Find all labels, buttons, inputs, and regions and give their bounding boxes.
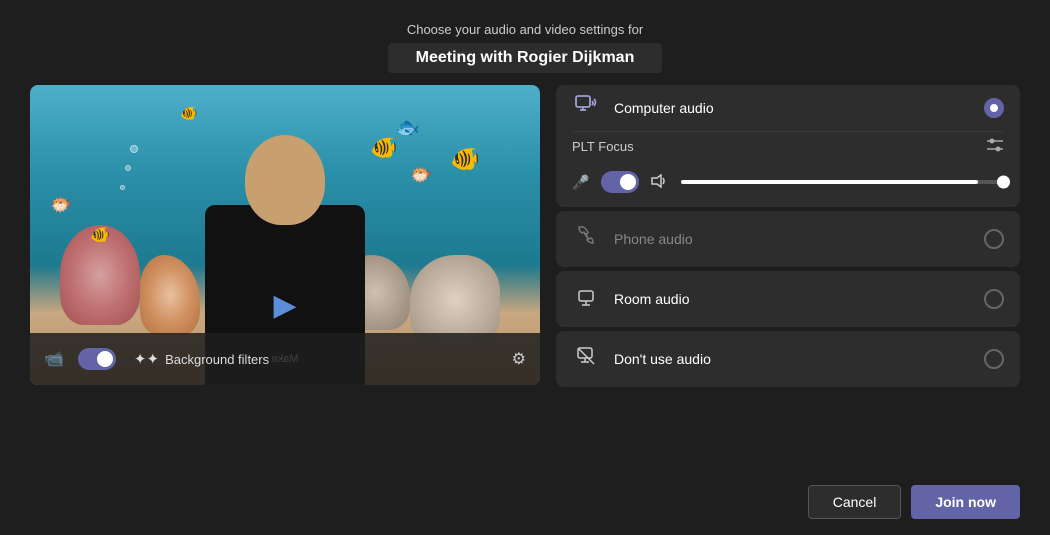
right-panel: Computer audio PLT Focus: [556, 85, 1020, 473]
footer: Cancel Join now: [30, 473, 1020, 535]
volume-slider-thumb: [997, 176, 1010, 189]
background-filters-label: Background filters: [165, 352, 269, 367]
header-title-box: Meeting with Rogier Dijkman: [388, 43, 663, 73]
computer-audio-label: Computer audio: [614, 100, 970, 116]
speaker-icon: [651, 174, 669, 191]
volume-slider-fill: [681, 180, 978, 184]
room-audio-radio[interactable]: [984, 289, 1004, 309]
phone-audio-option[interactable]: Phone audio: [556, 211, 1020, 267]
no-audio-icon: [572, 345, 600, 373]
fish-decoration: 🐠: [450, 145, 480, 174]
cancel-button[interactable]: Cancel: [808, 485, 902, 519]
fish-decoration: 🐡: [50, 195, 72, 216]
computer-audio-radio[interactable]: [984, 98, 1004, 118]
camera-icon: 📹: [44, 349, 64, 369]
bubble: [120, 185, 125, 190]
no-audio-label: Don't use audio: [614, 351, 970, 367]
room-audio-label: Room audio: [614, 291, 970, 307]
header-subtitle: Choose your audio and video settings for: [388, 22, 663, 37]
plt-focus-row: PLT Focus: [572, 131, 1004, 161]
phone-audio-icon: [572, 225, 600, 253]
main-content: 🐠 🐡 🐠 🐟 🐠 🐡 🐠 ▶ Make 📹 ✦✦ Background fil…: [30, 85, 1020, 473]
video-settings-icon[interactable]: ⚙: [512, 349, 526, 369]
phone-audio-radio[interactable]: [984, 229, 1004, 249]
microphone-icon: 🎤: [572, 174, 589, 191]
plt-focus-label: PLT Focus: [572, 139, 634, 154]
volume-slider[interactable]: [681, 180, 1004, 184]
mic-toggle[interactable]: [601, 171, 639, 193]
join-now-button[interactable]: Join now: [911, 485, 1020, 519]
camera-toggle-knob: [97, 351, 113, 367]
video-panel: 🐠 🐡 🐠 🐟 🐠 🐡 🐠 ▶ Make 📹 ✦✦ Background fil…: [30, 85, 540, 385]
camera-toggle[interactable]: [78, 348, 116, 370]
fish-decoration: 🐠: [90, 225, 110, 245]
fish-decoration: 🐟: [395, 115, 420, 140]
fish-decoration: 🐠: [370, 135, 397, 161]
computer-audio-icon: [572, 95, 600, 121]
fish-decoration: 🐠: [180, 105, 197, 122]
room-audio-option[interactable]: Room audio: [556, 271, 1020, 327]
background-filters-button[interactable]: ✦✦ Background filters: [134, 350, 269, 368]
video-controls-bar: 📹 ✦✦ Background filters ⚙: [30, 333, 540, 385]
fish-decoration: 🐡: [410, 165, 432, 186]
no-audio-option[interactable]: Don't use audio: [556, 331, 1020, 387]
mic-volume-row: 🎤: [572, 171, 1004, 193]
phone-audio-label: Phone audio: [614, 231, 970, 247]
computer-audio-header[interactable]: Computer audio: [572, 95, 1004, 121]
mic-toggle-knob: [620, 174, 636, 190]
no-audio-radio[interactable]: [984, 349, 1004, 369]
room-audio-icon: [572, 285, 600, 313]
bubble: [125, 165, 131, 171]
background-filters-icon: ✦✦: [134, 350, 159, 368]
bubble: [130, 145, 138, 153]
coral-decoration-3: [410, 255, 500, 345]
sliders-icon[interactable]: [986, 138, 1004, 155]
computer-audio-section: Computer audio PLT Focus: [556, 85, 1020, 207]
header-title: Meeting with Rogier Dijkman: [416, 49, 635, 66]
header: Choose your audio and video settings for…: [388, 22, 663, 73]
person-head: [245, 135, 325, 225]
person-logo: ▶: [265, 285, 305, 325]
